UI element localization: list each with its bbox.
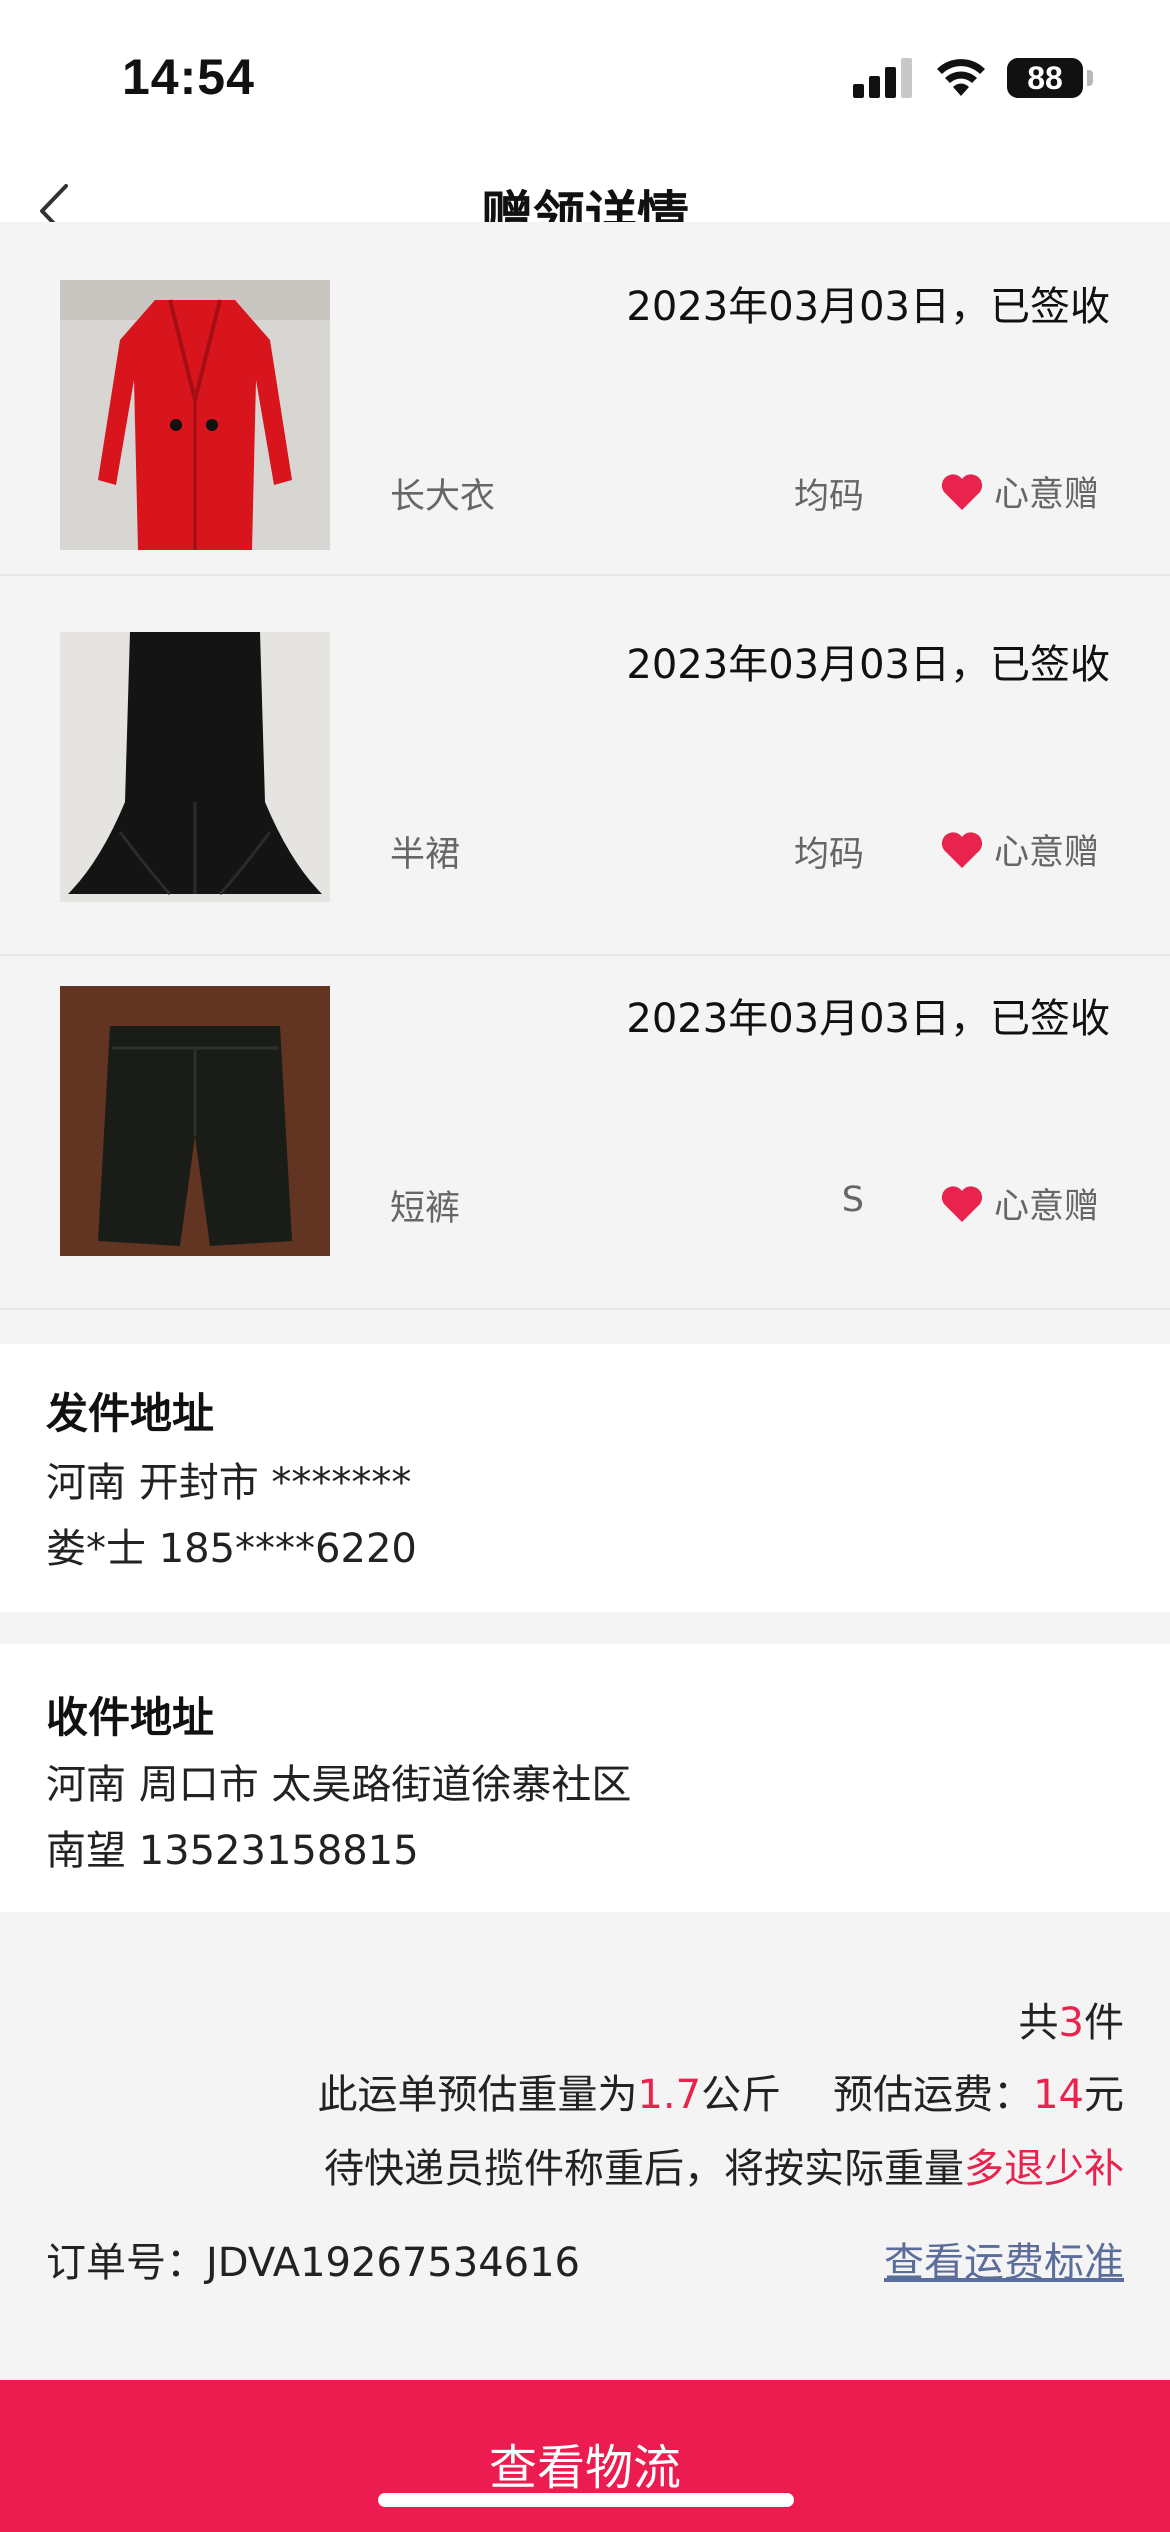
battery-tip xyxy=(1087,70,1093,86)
item-count: 共3件 xyxy=(1019,1990,1124,2048)
sender-title: 发件地址 xyxy=(46,1389,215,1438)
item-date-status: 2023年03月03日，已签收 xyxy=(626,996,1110,1042)
heart-icon xyxy=(941,831,983,868)
item-count-suffix: 件 xyxy=(1084,2000,1124,2046)
item-size: S xyxy=(841,1180,864,1220)
receiver-contact: 南望 13523158815 xyxy=(46,1828,419,1874)
item-size: 均码 xyxy=(793,477,864,517)
order-label: 订单号： xyxy=(46,2240,206,2286)
wifi-icon xyxy=(937,59,985,96)
item-date-status: 2023年03月03日，已签收 xyxy=(626,284,1110,330)
weight-unit: 公斤 xyxy=(701,2072,782,2118)
order-number: 订单号：JDVA19267534616 xyxy=(46,2230,580,2288)
item-image-black-shorts xyxy=(60,986,330,1256)
weight-note-highlight: 多退少补 xyxy=(964,2146,1124,2192)
item-image-black-skirt xyxy=(60,632,330,902)
item-name: 半裙 xyxy=(390,835,461,875)
view-logistics-button[interactable]: 查看物流 xyxy=(0,2380,1170,2532)
sender-contact: 娄*士 185****6220 xyxy=(46,1526,417,1572)
weight-fee-line: 此运单预估重量为1.7公斤 预估运费：14元 xyxy=(317,2062,1124,2120)
weight-note: 待快递员揽件称重后，将按实际重量多退少补 xyxy=(324,2136,1124,2194)
item-tag-label: 心意赠 xyxy=(994,1187,1100,1227)
battery-level: 88 xyxy=(1027,60,1063,96)
fee-value: 14 xyxy=(1033,2072,1084,2118)
weight-note-text: 待快递员揽件称重后，将按实际重量 xyxy=(324,2146,964,2192)
item-count-value: 3 xyxy=(1058,2000,1084,2046)
status-time: 14:54 xyxy=(122,49,255,105)
item-date-status: 2023年03月03日，已签收 xyxy=(626,642,1110,688)
item-tag: 心意赠 xyxy=(940,1178,1099,1229)
fee-standard-link[interactable]: 查看运费标准 xyxy=(884,2230,1124,2288)
weight-prefix: 此运单预估重量为 xyxy=(317,2072,638,2118)
item-tag: 心意赠 xyxy=(940,466,1099,517)
order-value: JDVA19267534616 xyxy=(206,2240,581,2286)
item-image-red-coat xyxy=(60,280,330,550)
signal-icon xyxy=(853,58,915,98)
item-name: 短裤 xyxy=(390,1189,461,1229)
sender-address-card: 发件地址 河南 开封市 ******* 娄*士 185****6220 xyxy=(0,1344,1170,1612)
list-item[interactable]: 2023年03月03日，已签收 长大衣 均码 心意赠 xyxy=(0,222,1170,576)
weight-value: 1.7 xyxy=(637,2072,702,2118)
item-tag: 心意赠 xyxy=(940,824,1099,875)
receiver-address: 河南 周口市 太昊路街道徐寨社区 xyxy=(46,1762,632,1808)
receiver-address-card: 收件地址 河南 周口市 太昊路街道徐寨社区 南望 13523158815 xyxy=(0,1644,1170,1912)
fee-unit: 元 xyxy=(1084,2072,1124,2118)
item-tag-label: 心意赠 xyxy=(994,833,1100,873)
item-tag-label: 心意赠 xyxy=(994,475,1100,515)
sender-address: 河南 开封市 ******* xyxy=(46,1460,412,1506)
list-item[interactable]: 2023年03月03日，已签收 短裤 S 心意赠 xyxy=(0,956,1170,1310)
home-indicator[interactable] xyxy=(378,2493,794,2507)
item-name: 长大衣 xyxy=(390,477,496,517)
battery-icon: 88 xyxy=(1007,58,1083,98)
item-count-prefix: 共 xyxy=(1018,2000,1059,2046)
item-size: 均码 xyxy=(793,835,864,875)
fee-label: 预估运费： xyxy=(833,2072,1034,2118)
list-item[interactable]: 2023年03月03日，已签收 半裙 均码 心意赠 xyxy=(0,602,1170,956)
heart-icon xyxy=(941,1185,983,1222)
receiver-title: 收件地址 xyxy=(46,1693,215,1742)
heart-icon xyxy=(941,473,983,510)
view-logistics-label: 查看物流 xyxy=(488,2440,681,2496)
status-bar: 14:54 88 xyxy=(0,0,1170,150)
